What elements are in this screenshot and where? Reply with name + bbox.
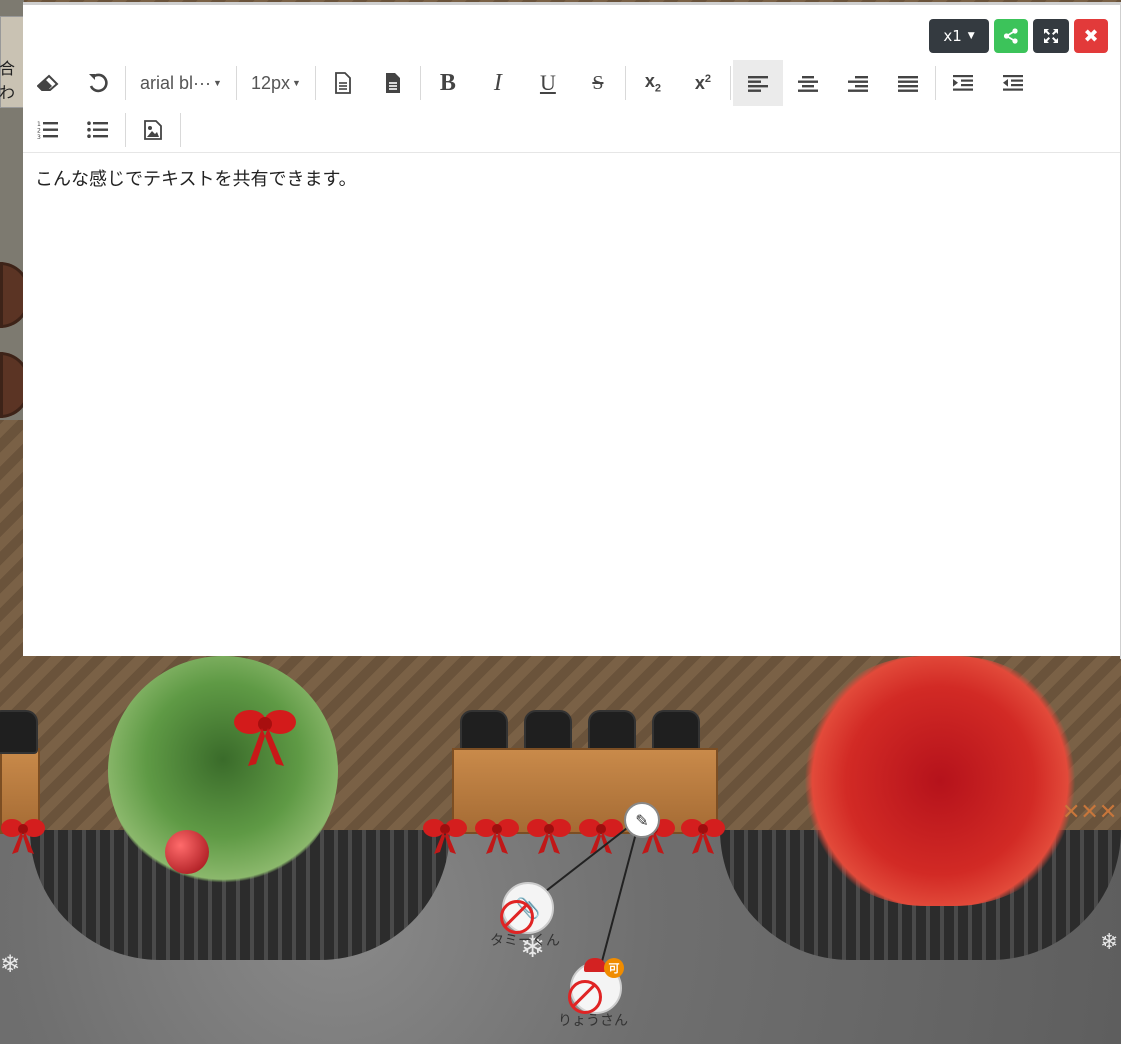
strikethrough-icon: S	[592, 71, 604, 94]
strikethrough-button[interactable]: S	[573, 60, 623, 106]
toolbar-row-1: arial bl··· ▼ 12px ▼ B I U S x2 x2	[23, 60, 1038, 106]
align-center-button[interactable]	[783, 60, 833, 106]
editor-content-area[interactable]: こんな感じでテキストを共有できます。	[23, 152, 1121, 660]
align-justify-icon	[897, 76, 918, 92]
toolbar-separator	[934, 66, 936, 100]
toolbar-separator	[729, 66, 731, 100]
avatar-name: りょうさん	[558, 1013, 628, 1029]
undo-icon	[89, 73, 108, 93]
bold-button[interactable]: B	[423, 60, 473, 106]
font-family-value: arial bl···	[140, 72, 212, 93]
eraser-button[interactable]	[23, 60, 73, 106]
shared-note-edit-icon[interactable]: ✎	[624, 802, 660, 838]
bold-icon: B	[439, 69, 456, 96]
insert-image-button[interactable]	[128, 107, 178, 153]
document-outline-button[interactable]	[318, 60, 368, 106]
subscript-icon: x2	[644, 71, 661, 95]
superscript-button[interactable]: x2	[678, 60, 728, 106]
share-icon	[1003, 28, 1018, 44]
toolbar-separator	[235, 66, 237, 100]
align-left-button[interactable]	[732, 60, 783, 106]
ordered-list-icon: 1 2 3	[37, 121, 58, 140]
superscript-icon: x2	[694, 72, 711, 93]
file-filled-icon	[385, 73, 400, 93]
close-icon: ✖	[1083, 25, 1099, 47]
outdent-button[interactable]	[988, 60, 1038, 106]
indent-icon	[952, 75, 973, 91]
toolbar-separator	[624, 66, 626, 100]
mute-icon	[568, 980, 602, 1014]
subscript-button[interactable]: x2	[628, 60, 678, 106]
outdent-icon	[1002, 75, 1023, 91]
toolbar-separator	[125, 66, 126, 100]
caret-down-icon: ▼	[213, 78, 222, 88]
permission-badge: 可	[604, 958, 624, 978]
underline-button[interactable]: U	[523, 60, 573, 106]
shared-text[interactable]: こんな感じでテキストを共有できます。	[35, 165, 357, 191]
align-right-icon	[847, 76, 868, 92]
file-outline-icon	[335, 72, 351, 94]
font-family-dropdown[interactable]: arial bl··· ▼	[128, 60, 234, 106]
italic-button[interactable]: I	[473, 60, 523, 106]
document-filled-button[interactable]	[368, 60, 418, 106]
unordered-list-button[interactable]	[73, 107, 123, 153]
eraser-icon	[37, 74, 59, 91]
image-icon	[144, 120, 162, 140]
text-share-window: x1 ▼ ✖ arial bl··· ▼ 12px ▼ B I U S x2 x…	[23, 2, 1121, 659]
italic-icon: I	[493, 69, 502, 96]
avatar-name: タミーくん	[490, 933, 560, 949]
close-button[interactable]: ✖	[1074, 19, 1108, 53]
align-left-icon	[747, 76, 768, 92]
indent-button[interactable]	[938, 60, 988, 106]
santa-hat-icon	[584, 958, 606, 972]
expand-icon	[1044, 29, 1058, 43]
zoom-dropdown[interactable]: x1 ▼	[929, 19, 989, 53]
caret-down-icon: ▼	[291, 78, 301, 88]
toolbar-separator	[314, 66, 316, 100]
mute-icon	[500, 900, 534, 934]
window-controls: x1 ▼ ✖	[929, 19, 1108, 53]
toolbar-separator	[125, 113, 126, 147]
toolbar-separator	[180, 113, 181, 147]
ordered-list-button[interactable]: 1 2 3	[23, 107, 73, 153]
svg-text:3: 3	[37, 134, 41, 140]
align-right-button[interactable]	[833, 60, 883, 106]
fullscreen-button[interactable]	[1033, 19, 1069, 53]
avatar-tamikun[interactable]: 📎	[500, 882, 554, 934]
font-size-dropdown[interactable]: 12px ▼	[239, 60, 313, 106]
caret-down-icon: ▼	[967, 31, 975, 41]
toolbar-row-2: 1 2 3	[23, 107, 183, 153]
unordered-list-icon	[87, 121, 108, 138]
underline-icon: U	[539, 70, 556, 95]
toolbar-separator	[419, 66, 421, 100]
font-size-value: 12px	[250, 72, 290, 93]
zoom-label: x1	[943, 27, 962, 45]
align-center-icon	[797, 76, 818, 92]
align-justify-button[interactable]	[883, 60, 933, 106]
undo-button[interactable]	[73, 60, 123, 106]
share-button[interactable]	[994, 19, 1028, 53]
